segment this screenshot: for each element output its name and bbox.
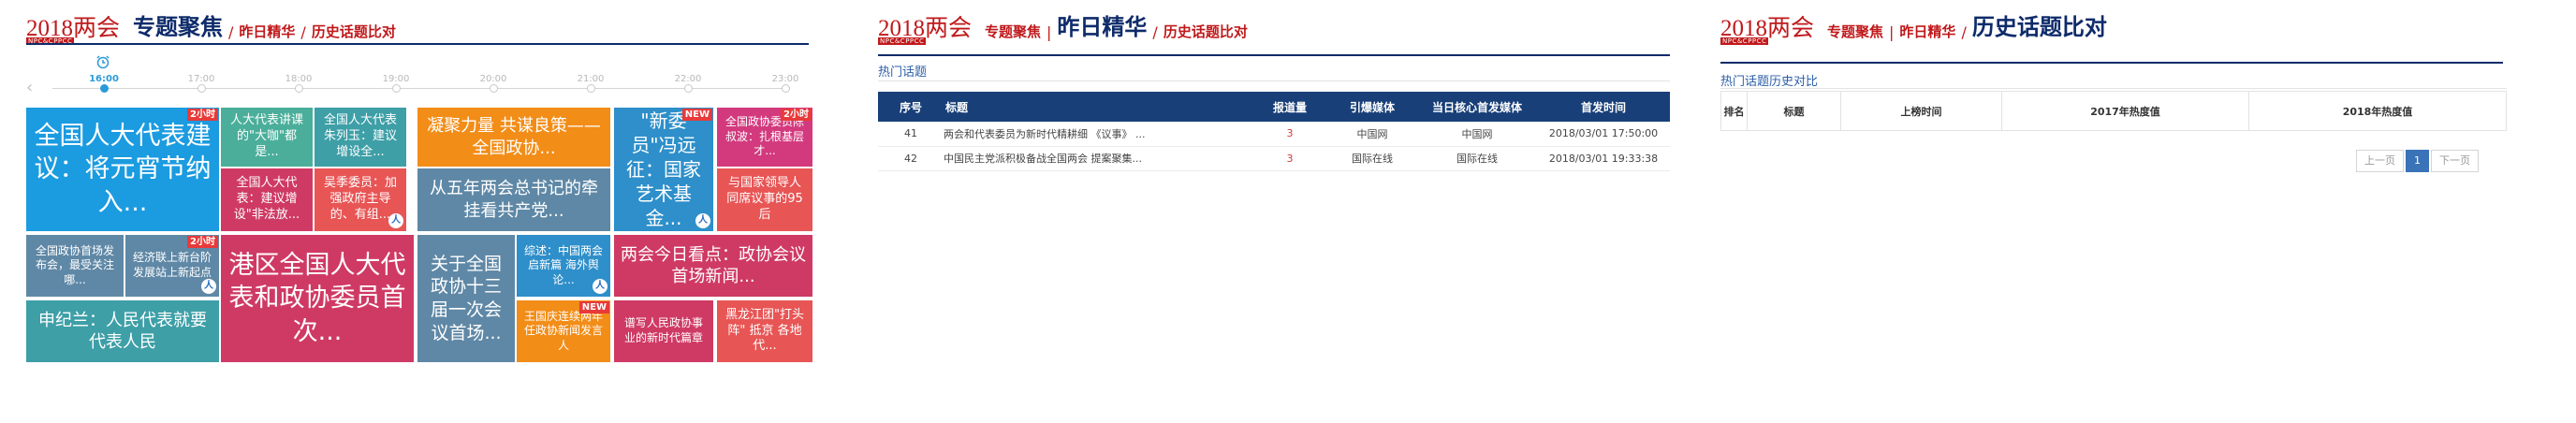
- topic-tile[interactable]: 港区全国人大代表和政协委员首次...: [221, 235, 414, 362]
- row-title-link[interactable]: 两会和代表委员为新时代精耕细 《议事》 ...: [944, 122, 1252, 147]
- timeline-dot[interactable]: [490, 84, 498, 93]
- nav-link-topic-focus[interactable]: 专题聚焦: [1827, 22, 1883, 41]
- nav-link-yesterday[interactable]: 昨日精华: [1899, 22, 1955, 41]
- topic-focus-panel: 2018两会 NPC&CPPCC 专题聚焦 / 昨日精华 / 历史话题比对 ‹ …: [0, 0, 824, 423]
- topic-tile[interactable]: 经济联上新台阶 发展站上新起点 2小时 人: [125, 235, 219, 297]
- topic-tile[interactable]: 与国家领导人同席议事的95后: [717, 168, 812, 231]
- topic-tile[interactable]: 谱写人民政协事业的新时代篇章: [614, 300, 713, 362]
- col-header: 2018年热度值: [2248, 91, 2507, 131]
- timeline-time-label: 20:00: [479, 74, 507, 84]
- nav-link-yesterday[interactable]: 昨日精华: [239, 22, 295, 41]
- table-header-row: 排名 标题 上榜时间 2017年热度值 2018年热度值: [1720, 91, 2507, 131]
- history-compare-table: 排名 标题 上榜时间 2017年热度值 2018年热度值: [1720, 91, 2507, 131]
- timeline-dot[interactable]: [684, 84, 693, 93]
- table-header-row: 序号 标题 报道量 引爆媒体 当日核心首发媒体 首发时间: [878, 92, 1670, 122]
- timeline-dot[interactable]: [782, 84, 790, 93]
- topic-tile[interactable]: 综述：中国两会启新篇 海外舆论... 人: [517, 235, 610, 297]
- nav-link-history[interactable]: 历史话题比对: [1164, 22, 1248, 41]
- topic-tile[interactable]: 申纪兰：人民代表就要代表人民: [26, 300, 219, 362]
- timeline-dot[interactable]: [587, 84, 595, 93]
- section-subtitle: 热门话题历史对比: [1720, 75, 1819, 89]
- timeline-time-label: 17:00: [187, 74, 215, 84]
- panel-header: 2018两会 NPC&CPPCC 专题聚焦 | 昨日精华 / 历史话题比对: [1720, 13, 2107, 45]
- timeline-time-label: 21:00: [577, 74, 605, 84]
- row-title-link[interactable]: 中国民主党派积极备战全国两会 提案聚集...: [944, 146, 1252, 171]
- history-comparison-panel: 2018两会 NPC&CPPCC 专题聚焦 | 昨日精华 / 历史话题比对 热门…: [1694, 0, 2518, 423]
- timeline-dot[interactable]: [392, 84, 401, 93]
- table-row[interactable]: 41 两会和代表委员为新时代精耕细 《议事》 ... 3 中国网 中国网 201…: [878, 122, 1670, 147]
- col-header: 报道量: [1252, 92, 1327, 122]
- timeline-time-label: 22:00: [674, 74, 702, 84]
- pagination: 上一页 1 下一页: [2356, 150, 2479, 172]
- topic-tile[interactable]: 全国政协首场发布会，最受关注哪...: [26, 235, 124, 297]
- col-header: 标题: [944, 92, 1252, 122]
- nav-link-history[interactable]: 历史话题比对: [312, 22, 396, 41]
- timeline-dot[interactable]: [198, 84, 206, 93]
- timeline-dot[interactable]: [100, 84, 109, 93]
- timeline-time-label: 16:00: [89, 74, 119, 84]
- topic-tile[interactable]: 吴季委员：加强政府主导的、有组... 人: [315, 168, 406, 231]
- col-header: 当日核心首发媒体: [1417, 92, 1537, 122]
- lianghui-logo: 2018两会 NPC&CPPCC: [878, 16, 973, 45]
- topic-tile[interactable]: 王国庆连续两年任政协新闻发言人 NEW: [517, 300, 610, 362]
- next-page-button[interactable]: 下一页: [2431, 150, 2479, 172]
- topic-tile[interactable]: "新委员"冯远征：国家艺术基金... NEW 人: [614, 108, 713, 231]
- related-icon: 人: [388, 213, 403, 228]
- related-icon: 人: [201, 279, 216, 294]
- topic-tile[interactable]: 全国人大代表：建议增设"非法放...: [221, 168, 313, 231]
- section-subtitle: 热门话题: [878, 66, 928, 80]
- col-header: 排名: [1720, 91, 1748, 131]
- timeline-time-label: 23:00: [771, 74, 799, 84]
- col-header: 2017年热度值: [2001, 91, 2249, 131]
- topic-tile[interactable]: 全国人大代表朱列玉：建议增设全...: [315, 108, 406, 167]
- alarm-clock-icon: [95, 54, 110, 73]
- topic-tile[interactable]: 全国人大代表建议：将元宵节纳入... 2小时: [26, 108, 219, 231]
- timeline-time-label: 18:00: [285, 74, 313, 84]
- timeline-axis: [52, 88, 788, 89]
- related-icon: 人: [593, 279, 607, 294]
- col-header: 上榜时间: [1840, 91, 2002, 131]
- yesterday-highlights-panel: 2018两会 NPC&CPPCC 专题聚焦 | 昨日精华 / 历史话题比对 热门…: [852, 0, 1676, 423]
- topic-tile[interactable]: 黑龙江团"打头阵" 抵京 各地代...: [717, 300, 812, 362]
- table-row[interactable]: 42 中国民主党派积极备战全国两会 提案聚集... 3 国际在线 国际在线 20…: [878, 146, 1670, 171]
- col-header: 序号: [878, 92, 944, 122]
- timeline-time-label: 19:00: [382, 74, 410, 84]
- panel-header: 2018两会 NPC&CPPCC 专题聚焦 | 昨日精华 / 历史话题比对: [878, 13, 1248, 45]
- related-icon: 人: [695, 213, 710, 228]
- col-header: 引爆媒体: [1327, 92, 1417, 122]
- topic-tile[interactable]: 凝聚力量 共谋良策——全国政协...: [417, 108, 610, 167]
- col-header: 标题: [1747, 91, 1841, 131]
- panel-header: 2018两会 NPC&CPPCC 专题聚焦 / 昨日精华 / 历史话题比对: [26, 13, 396, 45]
- subtitle-divider: [878, 80, 1670, 81]
- hot-topics-table: 序号 标题 报道量 引爆媒体 当日核心首发媒体 首发时间 41 两会和代表委员为…: [878, 92, 1670, 171]
- page-title: 历史话题比对: [1971, 16, 2107, 40]
- timeline: ‹ › 16:0017:0018:0019:0020:0021:0022:002…: [26, 54, 798, 96]
- topic-tile[interactable]: 关于全国政协十三届一次会议首场...: [417, 235, 515, 362]
- topic-tile[interactable]: 两会今日看点：政协会议首场新闻...: [614, 235, 812, 297]
- header-divider: [1720, 62, 2503, 64]
- page-number-button[interactable]: 1: [2406, 150, 2429, 172]
- lianghui-logo: 2018两会 NPC&CPPCC: [1720, 16, 1815, 45]
- topic-tile[interactable]: 人大代表讲课的"大咖"都是...: [221, 108, 313, 167]
- col-header: 首发时间: [1537, 92, 1670, 122]
- topic-tile[interactable]: 从五年两会总书记的牵挂看共产党...: [417, 168, 610, 231]
- nav-link-topic-focus[interactable]: 专题聚焦: [985, 22, 1041, 41]
- header-divider: [26, 43, 809, 45]
- topic-tile[interactable]: 全国政协委员陈叔波：扎根基层才... 2小时: [717, 108, 812, 167]
- header-divider: [878, 54, 1670, 56]
- subtitle-divider: [1720, 88, 2507, 89]
- lianghui-logo: 2018两会 NPC&CPPCC: [26, 16, 121, 45]
- timeline-prev-arrow[interactable]: ‹: [26, 80, 33, 96]
- timeline-dot[interactable]: [295, 84, 303, 93]
- page-title: 专题聚焦: [133, 16, 224, 40]
- page-title: 昨日精华: [1057, 16, 1148, 40]
- prev-page-button[interactable]: 上一页: [2356, 150, 2404, 172]
